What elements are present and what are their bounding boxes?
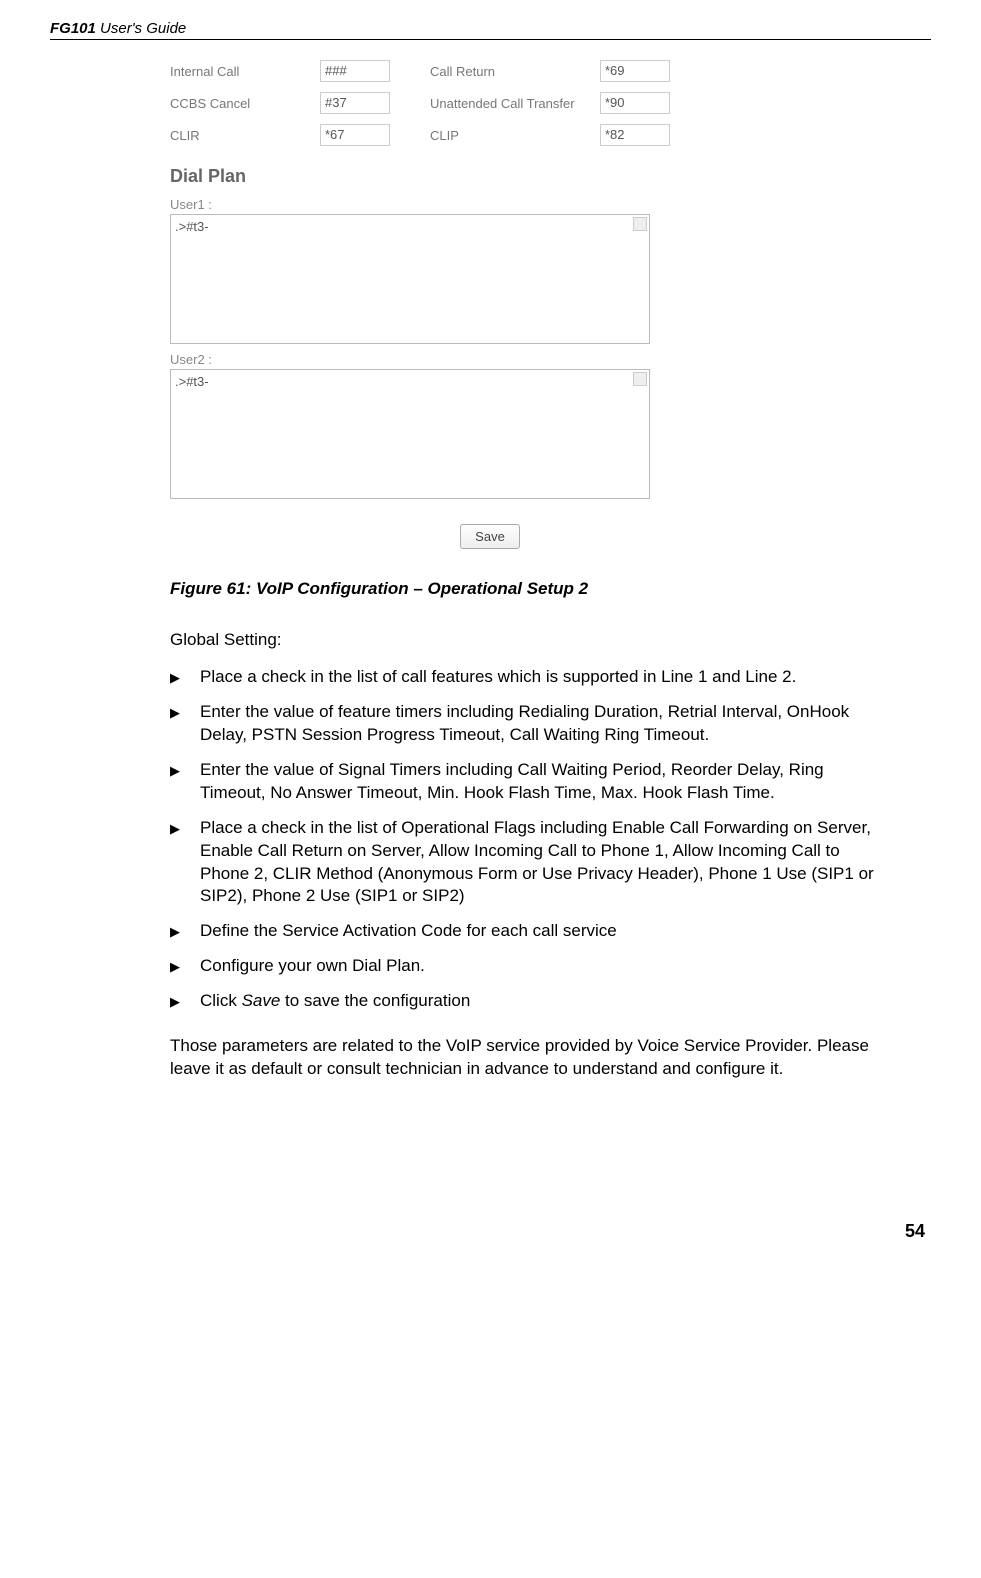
page-number: 54: [50, 1221, 931, 1242]
bullet-text: Enter the value of Signal Timers includi…: [200, 759, 891, 805]
bullet-text: Enter the value of feature timers includ…: [200, 701, 891, 747]
bullet-text: Configure your own Dial Plan.: [200, 955, 891, 978]
bullet-item: ▶Enter the value of Signal Timers includ…: [170, 759, 891, 805]
label-clip: CLIP: [430, 128, 600, 143]
triangle-right-icon: ▶: [170, 666, 200, 689]
resize-handle-icon[interactable]: [633, 217, 647, 231]
user1-value: .>#t3-: [175, 219, 209, 234]
user1-label: User1 :: [170, 197, 891, 212]
triangle-right-icon: ▶: [170, 701, 200, 747]
input-internal-call[interactable]: ###: [320, 60, 390, 82]
global-setting-intro: Global Setting:: [170, 629, 891, 652]
label-internal-call: Internal Call: [170, 64, 320, 79]
input-call-return[interactable]: *69: [600, 60, 670, 82]
content-block: Global Setting: ▶Place a check in the li…: [170, 629, 891, 1081]
input-ccbs-cancel[interactable]: #37: [320, 92, 390, 114]
bullet-item: ▶Enter the value of feature timers inclu…: [170, 701, 891, 747]
embedded-screenshot: Internal Call ### Call Return *69 CCBS C…: [170, 60, 891, 549]
triangle-right-icon: ▶: [170, 817, 200, 909]
figure-caption: Figure 61: VoIP Configuration – Operatio…: [170, 579, 931, 599]
label-ccbs-cancel: CCBS Cancel: [170, 96, 320, 111]
bullet-text: Define the Service Activation Code for e…: [200, 920, 891, 943]
label-unattended-transfer: Unattended Call Transfer: [430, 96, 600, 111]
triangle-right-icon: ▶: [170, 759, 200, 805]
bullet-text: Place a check in the list of Operational…: [200, 817, 891, 909]
bullet-item: ▶Define the Service Activation Code for …: [170, 920, 891, 943]
header-rest: User's Guide: [96, 20, 186, 37]
user2-textarea[interactable]: .>#t3-: [170, 369, 650, 499]
bullet-text: Click Save to save the configuration: [200, 990, 891, 1013]
input-unattended-transfer[interactable]: *90: [600, 92, 670, 114]
triangle-right-icon: ▶: [170, 955, 200, 978]
page-header: FG101 User's Guide: [50, 20, 931, 40]
save-button[interactable]: Save: [460, 524, 520, 549]
bullet-item: ▶Configure your own Dial Plan.: [170, 955, 891, 978]
user1-textarea[interactable]: .>#t3-: [170, 214, 650, 344]
bullet-text: Place a check in the list of call featur…: [200, 666, 891, 689]
dial-plan-heading: Dial Plan: [170, 166, 891, 187]
field-row-2: CLIR *67 CLIP *82: [170, 124, 891, 146]
label-clir: CLIR: [170, 128, 320, 143]
user2-value: .>#t3-: [175, 374, 209, 389]
triangle-right-icon: ▶: [170, 990, 200, 1013]
input-clip[interactable]: *82: [600, 124, 670, 146]
field-row-0: Internal Call ### Call Return *69: [170, 60, 891, 82]
resize-handle-icon[interactable]: [633, 372, 647, 386]
user2-label: User2 :: [170, 352, 891, 367]
bullet-item: ▶Place a check in the list of call featu…: [170, 666, 891, 689]
header-bold: FG101: [50, 20, 96, 37]
field-row-1: CCBS Cancel #37 Unattended Call Transfer…: [170, 92, 891, 114]
input-clir[interactable]: *67: [320, 124, 390, 146]
triangle-right-icon: ▶: [170, 920, 200, 943]
notes-paragraph: Those parameters are related to the VoIP…: [170, 1035, 891, 1081]
label-call-return: Call Return: [430, 64, 600, 79]
bullet-item: ▶Place a check in the list of Operationa…: [170, 817, 891, 909]
bullet-item: ▶Click Save to save the configuration: [170, 990, 891, 1013]
